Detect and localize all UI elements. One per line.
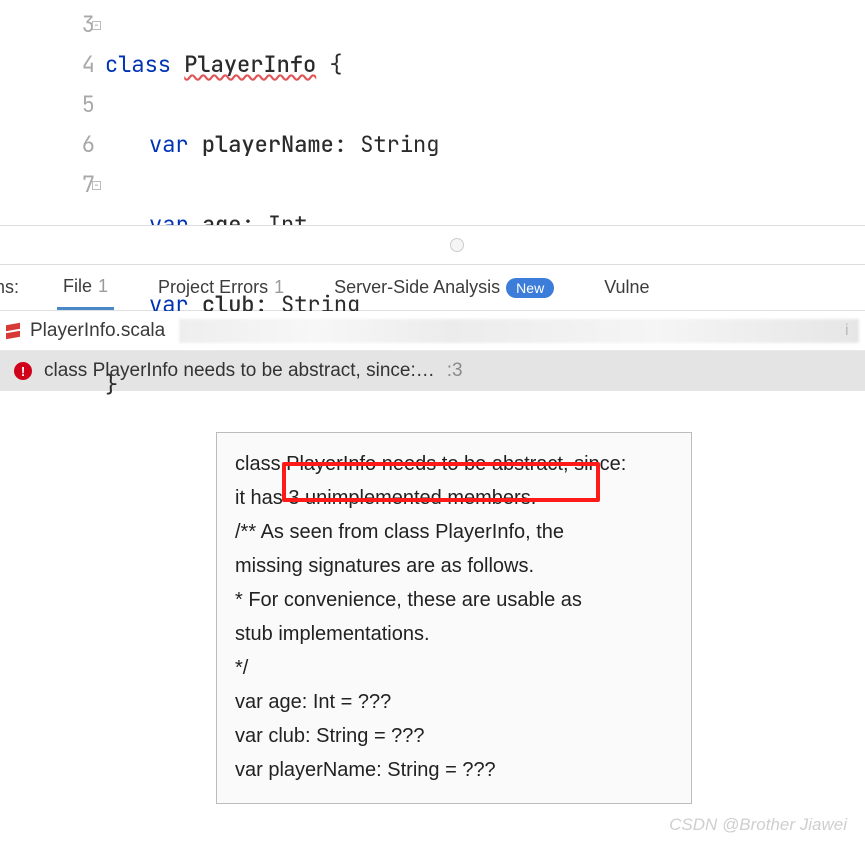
code-line[interactable]: var playerName: String [105,125,439,165]
tooltip-line: stub implementations. [235,617,673,651]
tab-label: Project Errors [158,277,268,298]
line-number: 5 [82,85,95,125]
blurred-path [179,319,859,343]
type: String [360,130,439,159]
tab-label: File [63,276,92,297]
tab-file[interactable]: File 1 [57,265,114,310]
keyword: var [149,130,189,159]
tooltip-line: * For convenience, these are usable as [235,583,673,617]
tab-count: 1 [98,276,108,297]
tooltip-line: var playerName: String = ??? [235,753,673,787]
code-content[interactable]: class PlayerInfo { var playerName: Strin… [105,0,439,225]
new-badge: New [506,278,554,298]
tooltip-line: missing signatures are as follows. [235,549,673,583]
editor-divider [0,225,865,265]
tab-bar-cut-left: ems: [0,277,19,298]
tab-label: Vulne [604,277,649,298]
cut-right: i [845,311,865,350]
error-message: class PlayerInfo needs to be abstract, s… [44,360,435,382]
run-target-icon[interactable] [450,238,464,252]
file-name: PlayerInfo.scala [30,320,165,342]
class-name-error[interactable]: PlayerInfo [184,50,316,79]
tooltip-line: var club: String = ??? [235,719,673,753]
code-line[interactable]: class PlayerInfo { [105,45,439,85]
problems-file-row[interactable]: PlayerInfo.scala i [0,311,865,351]
tooltip-line: */ [235,651,673,685]
fold-collapse-icon[interactable]: − [92,181,101,190]
code-editor[interactable]: 3− 4 5 6 7− class PlayerInfo { var playe… [0,0,865,225]
tab-count: 1 [274,277,284,298]
tooltip-line: var age: Int = ??? [235,685,673,719]
line-number: 4 [82,45,95,85]
tooltip-line: class PlayerInfo needs to be abstract, s… [235,447,673,481]
tab-vulnerabilities-cut[interactable]: Vulne [598,265,655,310]
gutter: 3− 4 5 6 7− [0,0,105,225]
tab-label: Server-Side Analysis [334,277,500,298]
error-tooltip: class PlayerInfo needs to be abstract, s… [216,432,692,804]
brace: { [316,50,342,79]
tab-server-side-analysis[interactable]: Server-Side Analysis New [328,265,560,310]
keyword: class [105,50,171,79]
tooltip-line: it has 3 unimplemented members. [235,481,673,515]
tab-project-errors[interactable]: Project Errors 1 [152,265,290,310]
scala-file-icon [6,323,22,339]
error-icon: ! [14,362,32,380]
identifier: playerName [202,130,334,159]
fold-collapse-icon[interactable]: − [92,21,101,30]
watermark: CSDN @Brother Jiawei [669,815,847,835]
error-line-ref: :3 [447,360,463,382]
tooltip-line: /** As seen from class PlayerInfo, the [235,515,673,549]
line-number: 6 [82,125,95,165]
